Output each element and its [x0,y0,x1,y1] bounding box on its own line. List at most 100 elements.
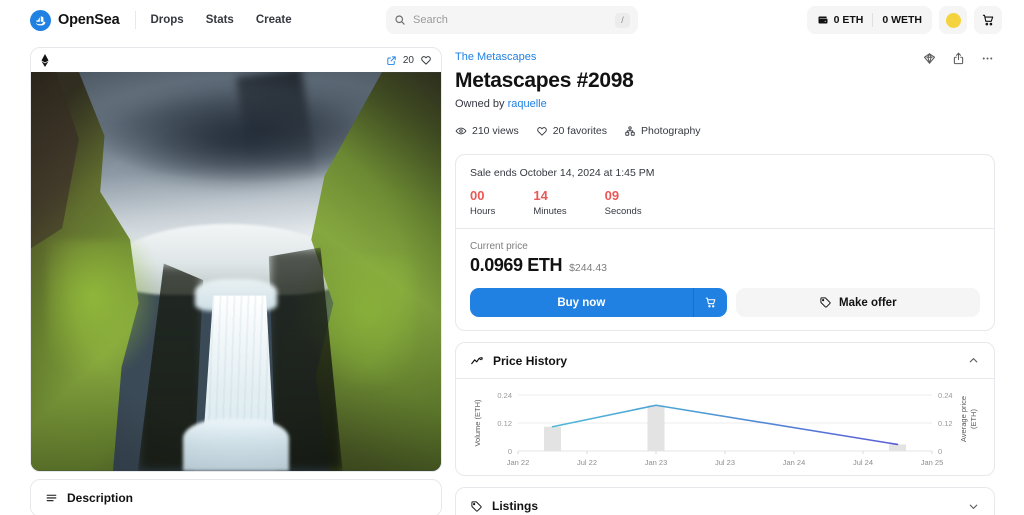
nft-media-actions: 20 [386,54,432,66]
shopping-cart-icon [981,13,995,27]
brand-name: OpenSea [58,12,120,28]
current-price-usd: $244.43 [569,262,608,274]
rarity-icon[interactable] [922,51,937,66]
stat-views-label: 210 views [472,125,519,137]
nft-media-header: 20 [31,48,441,72]
listings-panel-header[interactable]: Listings [456,488,994,515]
svg-text:0: 0 [938,447,942,456]
add-to-cart-button[interactable] [693,288,727,317]
search-bar[interactable]: / [386,6,638,34]
sale-countdown-section: Sale ends October 14, 2024 at 1:45 PM 00… [456,155,994,229]
stat-category-label: Photography [640,125,701,137]
sale-ends-label: Sale ends October 14, 2024 at 1:45 PM [470,167,655,179]
wallet-eth-label: 0 ETH [833,14,864,26]
stat-category: Photography [624,125,701,137]
countdown-seconds: 09 Seconds [605,188,642,217]
svg-text:Jan 25: Jan 25 [921,458,944,467]
current-price-eth: 0.0969 ETH [470,255,563,275]
chevron-up-icon[interactable] [967,354,980,367]
chevron-down-icon[interactable] [967,500,980,513]
price-history-svg: 0 0 0.12 0.12 0.24 0.24 Jan 22 Jul 22 Jan 23 Jul … [473,391,978,467]
svg-text:0.24: 0.24 [497,391,512,400]
countdown-hours: 00 Hours [470,188,495,217]
nav-divider [135,11,137,29]
item-identity: The Metascapes Metascapes #2098 Owned by… [455,47,634,110]
svg-text:Jul 22: Jul 22 [577,458,597,467]
search-icon [394,14,406,26]
nft-image[interactable] [31,72,441,471]
ethereum-icon [40,53,50,67]
svg-text:Jan 22: Jan 22 [507,458,530,467]
svg-text:Volume (ETH): Volume (ETH) [473,399,482,447]
heart-icon[interactable] [420,54,432,66]
nft-artwork-scene [31,72,441,471]
wallet-eth-balance[interactable]: 0 ETH [817,14,864,26]
nav-link-stats[interactable]: Stats [206,14,234,26]
wallet-weth-balance[interactable]: 0 WETH [882,14,922,26]
countdown-minutes-label: Minutes [533,206,567,217]
make-offer-button[interactable]: Make offer [735,288,980,317]
external-link-icon[interactable] [386,55,397,66]
primary-nav: Drops Stats Create [150,14,291,26]
make-offer-label: Make offer [839,296,897,309]
trend-line-icon [470,354,484,368]
price-history-panel-header[interactable]: Price History [456,343,994,379]
svg-text:Jan 24: Jan 24 [783,458,806,467]
countdown-hours-value: 00 [470,188,485,203]
tag-icon [819,296,832,309]
profile-avatar-icon [945,12,961,28]
heart-icon [536,125,548,137]
price-history-panel-title: Price History [493,353,568,368]
more-options-icon[interactable] [980,51,995,66]
shopping-cart-icon [704,296,717,309]
owned-by-label: Owned by [455,98,505,110]
profile-button[interactable] [939,6,967,34]
price-history-panel: Price History 0 0 0.12 0.12 0.24 0.24 Jan 22 Ju… [455,342,995,476]
svg-text:Jul 23: Jul 23 [715,458,735,467]
stat-views: 210 views [455,125,519,137]
search-input[interactable] [413,14,608,26]
wallet-balances[interactable]: 0 ETH 0 WETH [806,6,932,34]
countdown-timer: 00 Hours 14 Minutes 09 Seconds [470,188,980,217]
current-price-label: Current price [470,241,528,252]
sale-price-card: Sale ends October 14, 2024 at 1:45 PM 00… [455,154,995,331]
description-panel-header[interactable]: Description [31,480,441,515]
description-panel-title: Description [67,491,134,505]
buy-now-button[interactable]: Buy now [470,288,694,317]
opensea-boat-icon [30,9,51,31]
countdown-seconds-value: 09 [604,188,620,203]
listings-panel[interactable]: Listings [455,487,995,515]
wallet-icon [817,14,829,26]
share-icon[interactable] [951,51,966,66]
right-column: The Metascapes Metascapes #2098 Owned by… [455,47,995,515]
svg-text:0.12: 0.12 [497,419,512,428]
stat-favorites-label: 20 favorites [552,125,607,137]
eye-icon [455,125,467,137]
nav-link-create[interactable]: Create [256,14,292,26]
brand-home-link[interactable]: OpenSea [14,9,120,31]
svg-text:0: 0 [508,447,512,456]
top-navigation-bar: OpenSea Drops Stats Create / 0 ETH [0,0,1024,40]
item-page: 20 Description The Metascapes Metascapes… [0,40,1024,515]
search-shortcut-key: / [615,12,630,28]
owner-link[interactable]: raquelle [508,98,547,110]
nft-media-card: 20 [30,47,442,472]
top-bar-right-actions: 0 ETH 0 WETH [806,6,1010,34]
scene-vignette [31,72,441,471]
svg-text:(ETH): (ETH) [969,409,978,429]
countdown-minutes-value: 14 [533,188,548,203]
countdown-hours-label: Hours [470,206,496,217]
price-history-chart: 0 0 0.12 0.12 0.24 0.24 Jan 22 Jul 22 Jan 23 Jul … [456,379,994,475]
description-panel[interactable]: Description [30,479,442,515]
svg-text:0.24: 0.24 [938,391,953,400]
owner-line: Owned by raquelle [455,98,634,110]
item-stats-row: 210 views 20 favorites Photography [455,125,995,137]
collection-link[interactable]: The Metascapes [455,51,536,63]
category-icon [624,125,636,137]
cart-button[interactable] [974,6,1002,34]
svg-text:Jan 23: Jan 23 [645,458,668,467]
nav-link-drops[interactable]: Drops [150,14,183,26]
svg-text:Average price: Average price [959,396,968,442]
left-column: 20 Description [30,47,442,515]
listings-panel-title: Listings [492,499,539,513]
